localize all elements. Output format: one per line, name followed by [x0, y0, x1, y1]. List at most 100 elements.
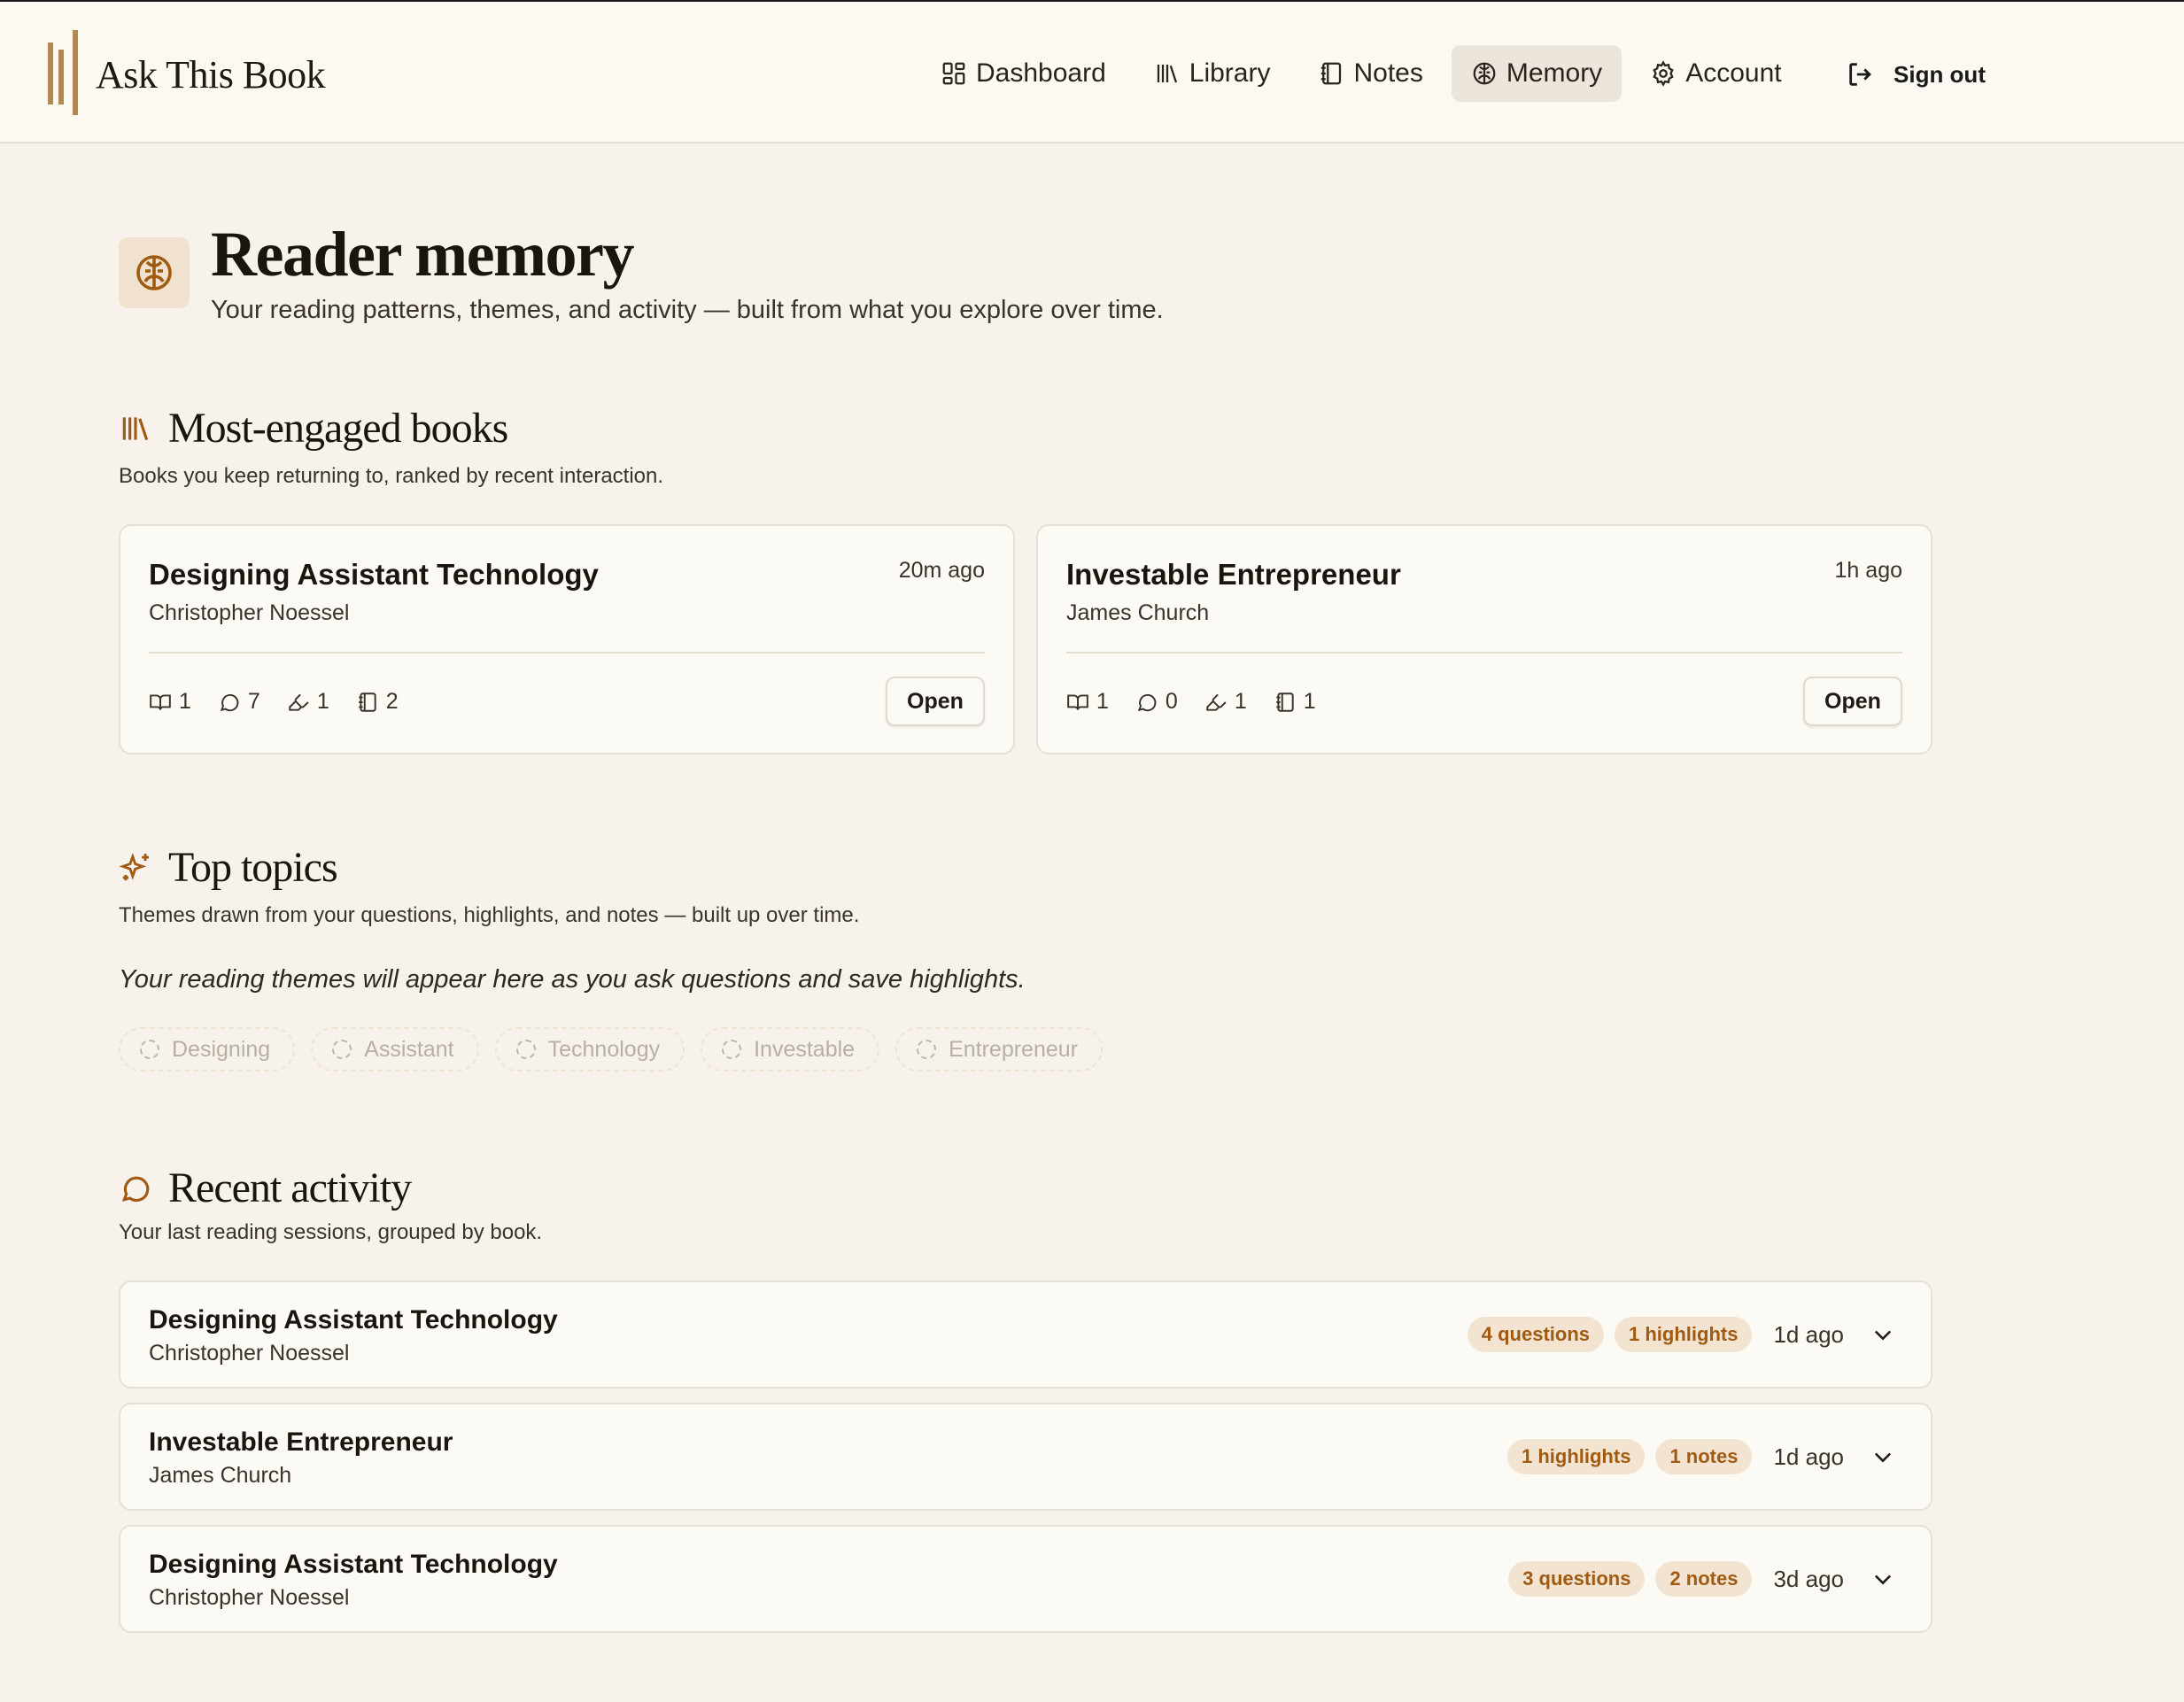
sign-out-label: Sign out [1894, 60, 1986, 88]
nav-notes[interactable]: Notes [1298, 45, 1442, 102]
brain-icon [136, 255, 172, 290]
activity-book-title: Designing Assistant Technology [149, 1305, 558, 1335]
activity-subtitle: Your last reading sessions, grouped by b… [119, 1220, 543, 1244]
sign-out-button[interactable]: Sign out [1846, 55, 1986, 94]
chevron-down-icon[interactable] [1870, 1444, 1895, 1469]
highlights-count: 1 [1234, 689, 1247, 714]
activity-book-title: Designing Assistant Technology [149, 1550, 558, 1579]
logo-bars-icon [46, 30, 81, 119]
notes-stat: 2 [356, 689, 399, 715]
activity-time: 1d ago [1773, 1320, 1844, 1348]
top-nav-bar: Ask This Book Dashboard Library Notes Me… [0, 2, 2184, 143]
activity-book-author: James Church [149, 1463, 292, 1488]
topic-chip-label: Designing [172, 1036, 271, 1062]
topic-chip: Assistant [311, 1027, 479, 1071]
topics-section-title: Top topics [119, 843, 338, 892]
questions-count: 0 [1165, 689, 1178, 714]
book-title: Investable Entrepreneur [1066, 558, 1401, 591]
sparkles-icon [119, 852, 150, 880]
page-brain-badge [119, 237, 190, 308]
activity-badge: 4 questions [1467, 1317, 1605, 1352]
card-divider [149, 652, 985, 654]
questions-stat: 7 [218, 689, 260, 715]
nav-notes-label: Notes [1353, 58, 1423, 88]
chevron-down-icon[interactable] [1870, 1567, 1895, 1591]
nav-account[interactable]: Account [1630, 45, 1801, 102]
activity-badge: 1 highlights [1615, 1317, 1753, 1352]
reads-count: 1 [1096, 689, 1109, 714]
nav-dashboard[interactable]: Dashboard [921, 45, 1126, 102]
dashboard-icon [942, 62, 965, 85]
activity-book-title: Investable Entrepreneur [149, 1427, 453, 1457]
highlights-count: 1 [316, 689, 329, 714]
topic-chips: Designing Assistant Technology Investabl… [119, 1027, 1119, 1071]
gear-icon [1653, 60, 1674, 87]
sign-out-icon [1849, 63, 1871, 86]
notebook-icon [1275, 692, 1294, 712]
topics-subtitle: Themes drawn from your questions, highli… [119, 903, 860, 927]
placeholder-circle-icon [917, 1040, 937, 1059]
placeholder-circle-icon [722, 1040, 742, 1059]
engaged-section-title: Most-engaged books [119, 404, 508, 453]
topic-chip: Entrepreneur [895, 1027, 1104, 1071]
book-title: Designing Assistant Technology [149, 558, 599, 591]
placeholder-circle-icon [332, 1040, 352, 1059]
reads-stat: 1 [149, 689, 191, 715]
placeholder-circle-icon [515, 1040, 536, 1059]
topic-chip-label: Assistant [364, 1036, 454, 1062]
notes-count: 2 [385, 689, 399, 714]
book-open-icon [150, 693, 171, 710]
activity-time: 1d ago [1773, 1443, 1844, 1470]
notes-stat: 1 [1274, 689, 1316, 715]
chat-bubble-icon [1137, 693, 1157, 711]
questions-count: 7 [247, 689, 260, 714]
activity-row[interactable]: Investable Entrepreneur James Church 1 h… [119, 1403, 1932, 1511]
activity-meta: 4 questions 1 highlights 1d ago [1457, 1282, 1895, 1387]
reads-stat: 1 [1066, 689, 1109, 715]
activity-badge: 3 questions [1508, 1561, 1646, 1597]
page-subtitle: Your reading patterns, themes, and activ… [211, 296, 1164, 324]
activity-section-title: Recent activity [119, 1164, 412, 1212]
book-card[interactable]: Designing Assistant Technology Christoph… [119, 524, 1015, 754]
reads-count: 1 [179, 689, 191, 714]
activity-meta: 1 highlights 1 notes 1d ago [1497, 1404, 1895, 1509]
card-divider [1066, 652, 1902, 654]
activity-book-author: Christopher Noessel [149, 1341, 350, 1365]
activity-book-author: Christopher Noessel [149, 1585, 350, 1610]
highlighter-icon [289, 693, 309, 711]
activity-badge: 1 notes [1655, 1439, 1753, 1474]
book-last-seen: 20m ago [898, 558, 985, 583]
topic-chip: Designing [119, 1027, 296, 1071]
open-book-button[interactable]: Open [1803, 677, 1902, 726]
book-open-icon [1067, 693, 1088, 710]
nav-memory[interactable]: Memory [1451, 45, 1623, 102]
open-book-button[interactable]: Open [886, 677, 985, 726]
book-last-seen: 1h ago [1834, 558, 1902, 583]
highlighter-icon [1206, 693, 1227, 711]
notes-count: 1 [1303, 689, 1316, 714]
activity-row[interactable]: Designing Assistant Technology Christoph… [119, 1280, 1932, 1389]
chat-bubble-icon [121, 1176, 150, 1202]
activity-badge: 1 highlights [1506, 1439, 1646, 1474]
book-author: Christopher Noessel [149, 600, 350, 625]
activity-meta: 3 questions 2 notes 3d ago [1498, 1527, 1895, 1631]
engaged-subtitle: Books you keep returning to, ranked by r… [119, 464, 664, 488]
activity-badge: 2 notes [1655, 1561, 1753, 1597]
highlights-stat: 1 [1204, 689, 1247, 715]
chat-bubble-icon [220, 693, 239, 711]
book-card[interactable]: Investable Entrepreneur James Church 1h … [1036, 524, 1932, 754]
activity-time: 3d ago [1773, 1565, 1844, 1592]
topics-title: Top topics [168, 844, 338, 891]
topics-empty-message: Your reading themes will appear here as … [119, 965, 1026, 994]
library-icon [1157, 65, 1177, 83]
notebook-icon [1321, 62, 1342, 85]
app-name: Ask This Book [96, 52, 326, 97]
topic-chip-label: Technology [547, 1036, 661, 1062]
nav-library[interactable]: Library [1135, 45, 1290, 102]
topic-chip-label: Entrepreneur [949, 1036, 1079, 1062]
page-title: Reader memory [211, 219, 634, 290]
book-stats: 1 7 1 2 [149, 689, 425, 715]
app-logo[interactable]: Ask This Book [46, 30, 326, 119]
activity-row[interactable]: Designing Assistant Technology Christoph… [119, 1525, 1932, 1633]
chevron-down-icon[interactable] [1870, 1322, 1895, 1347]
